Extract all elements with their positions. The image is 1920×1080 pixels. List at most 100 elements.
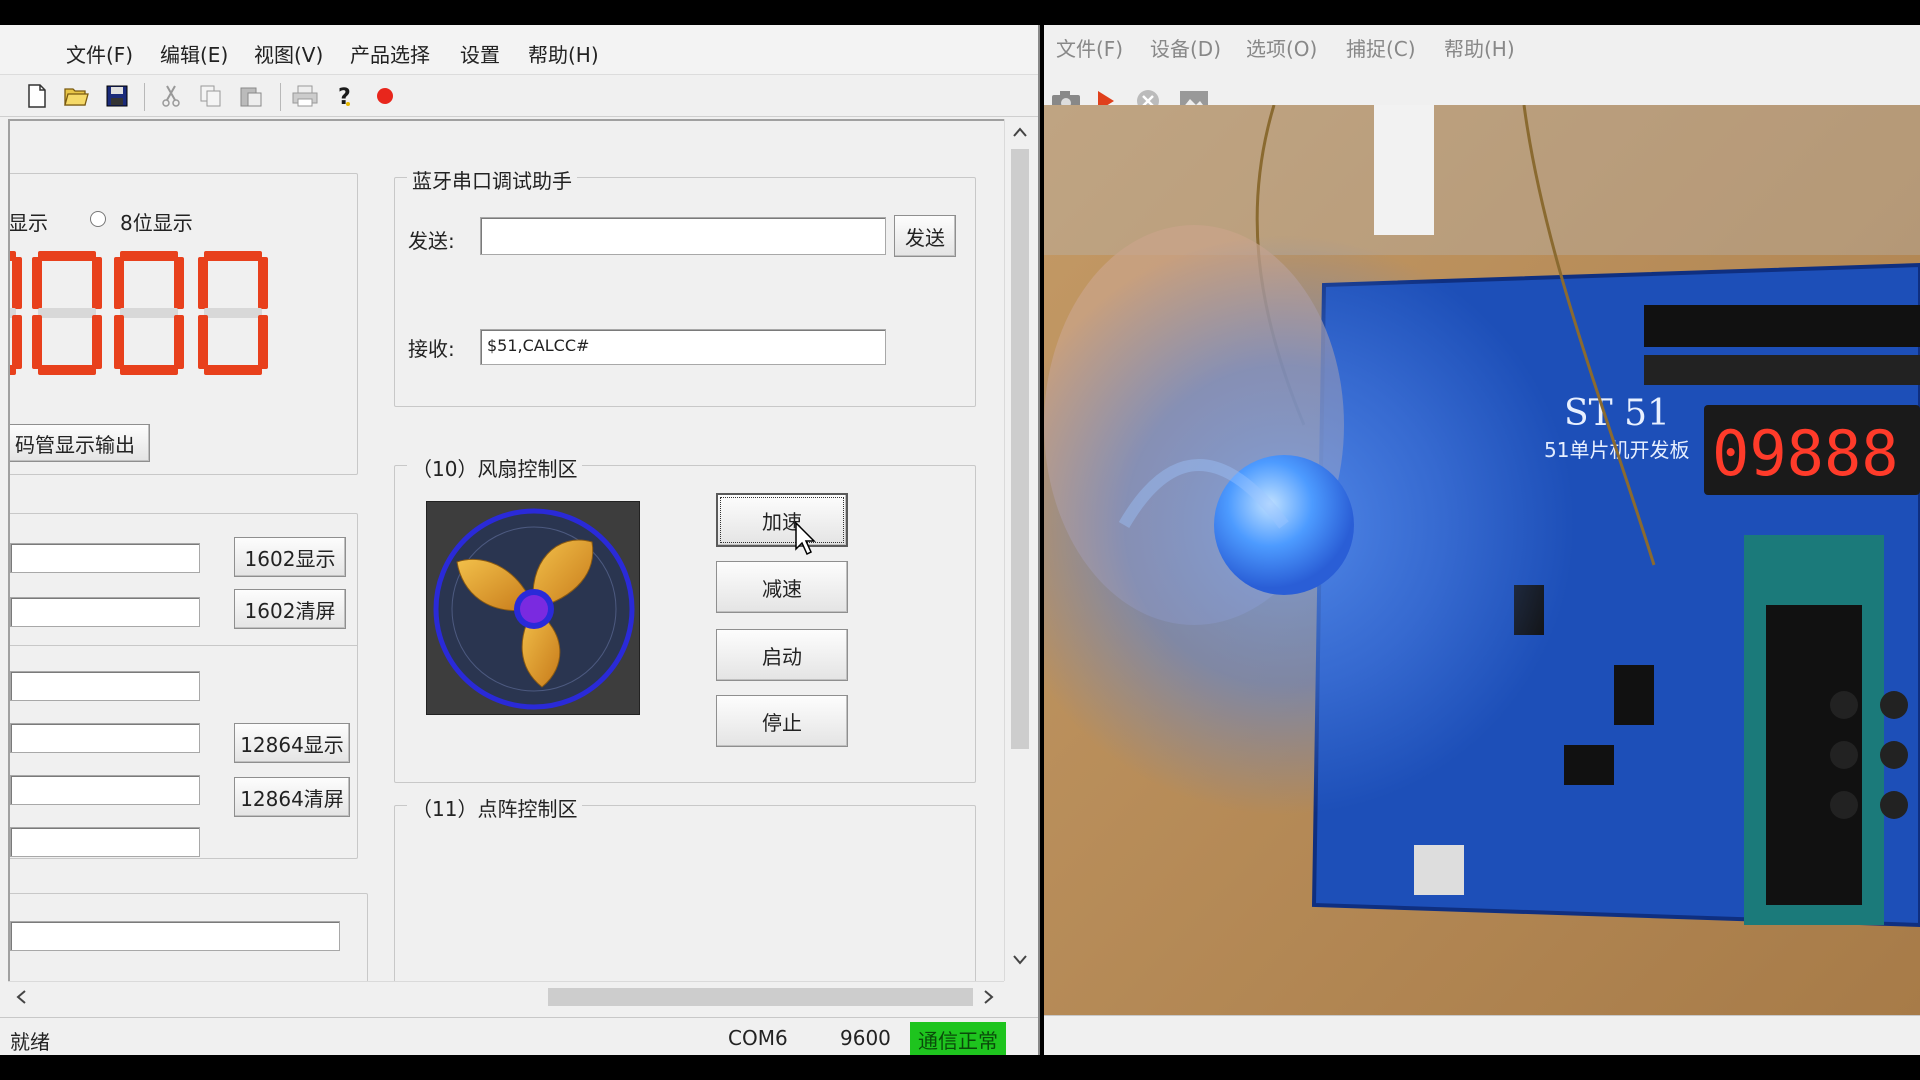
cut-icon[interactable] bbox=[156, 81, 186, 111]
control-app-window: 文件(F) 编辑(E) 视图(V) 产品选择 设置 帮助(H) ? 显示 8位显… bbox=[0, 25, 1040, 1055]
segment-top bbox=[38, 251, 96, 261]
fan-icon bbox=[433, 508, 635, 710]
bluetooth-group-title: 蓝牙串口调试助手 bbox=[407, 165, 577, 194]
lcd12864-line2-field[interactable] bbox=[10, 723, 200, 753]
lcd12864-line1-field[interactable] bbox=[10, 671, 200, 701]
bluetooth-group: 蓝牙串口调试助手 bbox=[394, 165, 976, 407]
status-comm-badge: 通信正常 bbox=[910, 1022, 1006, 1055]
receive-label: 接收: bbox=[408, 337, 455, 361]
segment-bot bbox=[204, 365, 262, 375]
segment-output-button[interactable]: 码管显示输出 bbox=[10, 424, 150, 462]
horizontal-scroll-thumb[interactable] bbox=[548, 988, 973, 1006]
capture-status-bar bbox=[1044, 1015, 1920, 1055]
mouse-cursor-icon bbox=[795, 521, 816, 556]
new-file-icon[interactable] bbox=[22, 81, 52, 111]
scroll-up-icon[interactable] bbox=[1013, 127, 1027, 137]
top-black-bar bbox=[0, 0, 1920, 25]
capture-menu-help[interactable]: 帮助(H) bbox=[1444, 33, 1515, 62]
send-input[interactable] bbox=[480, 217, 886, 255]
segment-tr bbox=[174, 257, 184, 309]
menu-product[interactable]: 产品选择 bbox=[350, 39, 430, 68]
segment-mid bbox=[38, 308, 96, 318]
lcd1602-line1-field[interactable] bbox=[10, 543, 200, 573]
segment-digit bbox=[10, 251, 22, 375]
print-icon[interactable] bbox=[290, 81, 320, 111]
menu-bar: 文件(F) 编辑(E) 视图(V) 产品选择 设置 帮助(H) bbox=[0, 25, 1038, 75]
board-seven-seg-text: 09888 bbox=[1712, 417, 1899, 490]
speed-down-button[interactable]: 减速 bbox=[716, 561, 848, 613]
lcd1602-line2-field[interactable] bbox=[10, 597, 200, 627]
menu-help[interactable]: 帮助(H) bbox=[528, 39, 599, 68]
status-ready: 就绪 bbox=[10, 1030, 50, 1054]
status-port: COM6 bbox=[728, 1026, 788, 1050]
extra-input-field[interactable] bbox=[10, 921, 340, 951]
seven-segment-display bbox=[10, 251, 352, 391]
segment-bl bbox=[114, 315, 124, 369]
status-baud: 9600 bbox=[840, 1026, 891, 1050]
segment-tl bbox=[32, 257, 42, 309]
menu-file[interactable]: 文件(F) bbox=[66, 39, 133, 68]
capture-menu-bar: 文件(F) 设备(D) 选项(O) 捕捉(C) 帮助(H) bbox=[1044, 25, 1920, 65]
board-label-text: ST 51 bbox=[1564, 393, 1670, 434]
camera-video-feed: 09888 ST 51 51单片机开发板 bbox=[1044, 105, 1920, 1015]
capture-menu-capture[interactable]: 捕捉(C) bbox=[1346, 33, 1416, 62]
scroll-down-icon[interactable] bbox=[1013, 955, 1027, 965]
record-icon[interactable] bbox=[370, 81, 400, 111]
send-label: 发送: bbox=[408, 229, 455, 253]
segment-tl bbox=[198, 257, 208, 309]
capture-window: 文件(F) 设备(D) 选项(O) 捕捉(C) 帮助(H) 09888 ST 5… bbox=[1044, 25, 1920, 1055]
segment-digit bbox=[114, 251, 184, 375]
segment-bl bbox=[198, 315, 208, 369]
lcd12864-clear-button[interactable]: 12864清屏 bbox=[234, 777, 350, 817]
segment-br bbox=[92, 315, 102, 369]
lcd12864-line4-field[interactable] bbox=[10, 827, 200, 857]
speed-up-button[interactable]: 加速 bbox=[716, 493, 848, 547]
horizontal-scrollbar[interactable] bbox=[8, 981, 1004, 1011]
segment-tr bbox=[92, 257, 102, 309]
stop-button[interactable]: 停止 bbox=[716, 695, 848, 747]
vertical-scrollbar[interactable] bbox=[1004, 119, 1034, 981]
copy-icon[interactable] bbox=[196, 81, 226, 111]
help-icon[interactable]: ? bbox=[330, 81, 360, 111]
open-folder-icon[interactable] bbox=[62, 81, 92, 111]
segment-bot bbox=[10, 365, 16, 375]
capture-menu-file[interactable]: 文件(F) bbox=[1056, 33, 1123, 62]
main-panel: 显示 8位显示 码管显示输出 1602显示 1602清屏 12864显示 128… bbox=[8, 119, 1012, 981]
lcd1602-show-button[interactable]: 1602显示 bbox=[234, 537, 346, 577]
segment-mid bbox=[204, 308, 262, 318]
toolbar-separator bbox=[280, 83, 281, 111]
segment-bot bbox=[120, 365, 178, 375]
capture-menu-device[interactable]: 设备(D) bbox=[1150, 33, 1221, 62]
toolbar-separator bbox=[144, 83, 145, 111]
lcd-divider bbox=[10, 645, 358, 646]
menu-settings[interactable]: 设置 bbox=[460, 39, 500, 68]
dot-matrix-group: （11）点阵控制区 bbox=[394, 793, 976, 981]
segment-tr bbox=[258, 257, 268, 309]
toolbar: ? bbox=[0, 75, 1038, 117]
segment-br bbox=[258, 315, 268, 369]
segment-top bbox=[120, 251, 178, 261]
save-icon[interactable] bbox=[102, 81, 132, 111]
scroll-left-icon[interactable] bbox=[16, 990, 26, 1004]
status-bar: 就绪 COM6 9600 通信正常 bbox=[0, 1017, 1038, 1055]
lcd12864-line3-field[interactable] bbox=[10, 775, 200, 805]
fan-image bbox=[426, 501, 640, 715]
segment-bot bbox=[38, 365, 96, 375]
lcd1602-clear-button[interactable]: 1602清屏 bbox=[234, 589, 346, 629]
segment-digit bbox=[198, 251, 268, 375]
scroll-right-icon[interactable] bbox=[984, 990, 994, 1004]
vertical-scroll-thumb[interactable] bbox=[1011, 149, 1029, 749]
capture-menu-options[interactable]: 选项(O) bbox=[1246, 33, 1317, 62]
menu-view[interactable]: 视图(V) bbox=[254, 39, 323, 68]
segment-br bbox=[174, 315, 184, 369]
start-button[interactable]: 启动 bbox=[716, 629, 848, 681]
segment-tl bbox=[114, 257, 124, 309]
paste-icon[interactable] bbox=[236, 81, 266, 111]
fan-group-title: （10）风扇控制区 bbox=[407, 453, 583, 482]
lcd12864-show-button[interactable]: 12864显示 bbox=[234, 723, 350, 763]
menu-edit[interactable]: 编辑(E) bbox=[160, 39, 228, 68]
dot-matrix-group-title: （11）点阵控制区 bbox=[407, 793, 583, 822]
send-button[interactable]: 发送 bbox=[894, 215, 956, 257]
radio-8bit[interactable] bbox=[90, 211, 106, 227]
segment-tr bbox=[12, 257, 22, 309]
